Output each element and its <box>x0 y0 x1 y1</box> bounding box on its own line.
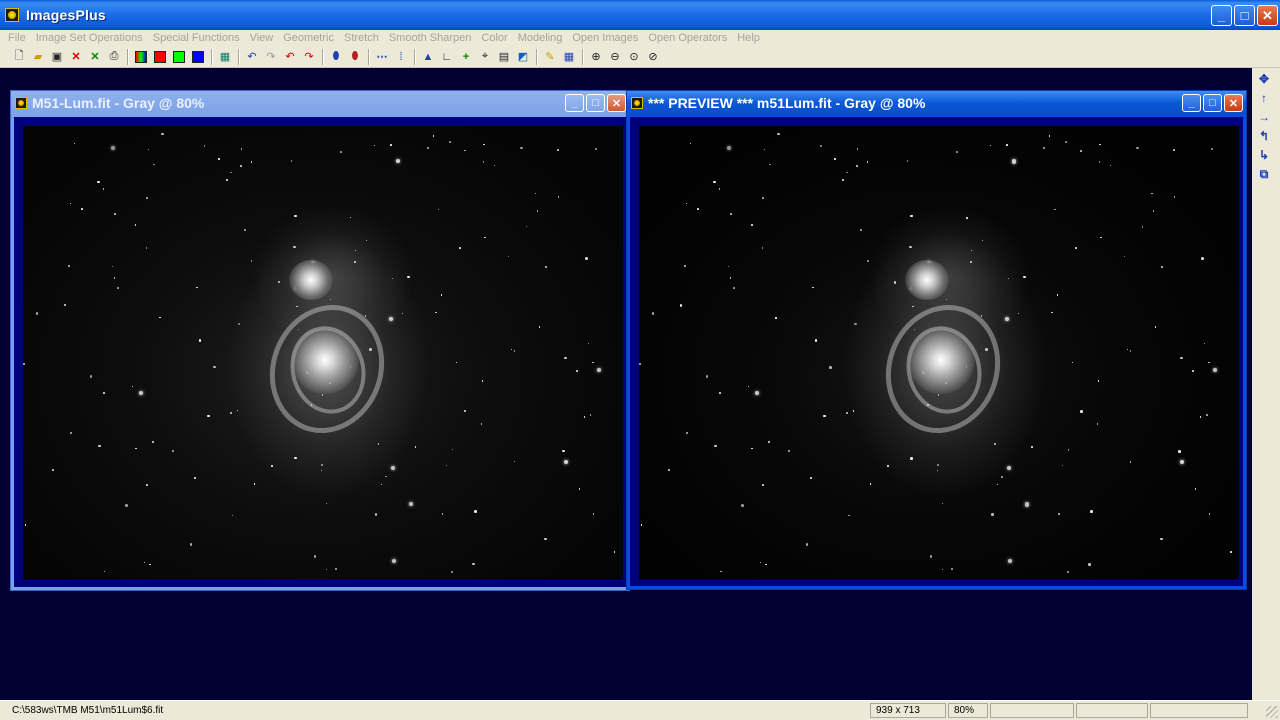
close-button[interactable]: ✕ <box>1224 94 1243 112</box>
image-window-icon[interactable] <box>15 97 27 109</box>
blue-dot-icon[interactable]: ⬮ <box>327 48 345 66</box>
red-dot-icon[interactable]: ⬮ <box>346 48 364 66</box>
status-dimensions: 939 x 713 <box>870 703 946 718</box>
blue-channel-icon[interactable] <box>189 48 207 66</box>
zoom-fit-icon[interactable]: ⊙ <box>625 48 643 66</box>
zoom-out-icon[interactable]: ⊖ <box>606 48 624 66</box>
menu-special-functions[interactable]: Special Functions <box>148 32 245 44</box>
open-folder-icon[interactable]: ▰ <box>29 48 47 66</box>
close-button[interactable]: ✕ <box>1257 5 1278 26</box>
mdi-workspace: M51-Lum.fit - Gray @ 80% _ □ ✕ *** PREVI… <box>0 68 1252 700</box>
redo-red-icon[interactable]: ↷ <box>300 48 318 66</box>
menu-geometric[interactable]: Geometric <box>278 32 339 44</box>
m51-image-original[interactable] <box>23 126 623 580</box>
copy-box-icon[interactable]: ⧉ <box>1256 166 1272 182</box>
menu-modeling[interactable]: Modeling <box>513 32 568 44</box>
app-title: ImagesPlus <box>26 7 106 23</box>
toolbar: 🗋 ▰ ▣ ✕ ✕ ⎙ ▦ ↶ ↷ ↶ ↷ ⬮ ⬮ ⋯ ⁞ ▲ ∟ + ⌖ ▤ … <box>0 46 1280 68</box>
menu-open-operators[interactable]: Open Operators <box>643 32 732 44</box>
save-icon[interactable]: ▣ <box>48 48 66 66</box>
right-tool-strip: ✥ ↑ → ↰ ↳ ⧉ <box>1252 68 1280 700</box>
target-icon[interactable]: ⌖ <box>476 48 494 66</box>
image-viewport <box>630 117 1243 586</box>
move-arrows-icon[interactable]: ✥ <box>1256 71 1272 87</box>
maximize-button[interactable]: □ <box>1234 5 1255 26</box>
close-button[interactable]: ✕ <box>607 94 626 112</box>
pencil-icon[interactable]: ✎ <box>541 48 559 66</box>
toolbar-separator <box>238 48 240 65</box>
arrow-up-icon[interactable]: ↑ <box>1256 90 1272 106</box>
points-icon[interactable]: ⁞ <box>392 48 410 66</box>
status-zoom: 80% <box>948 703 988 718</box>
main-window-controls: _ □ ✕ <box>1211 5 1278 26</box>
status-bar: C:\583ws\TMB M51\m51Lum$6.fit 939 x 713 … <box>0 700 1280 720</box>
menu-help[interactable]: Help <box>732 32 765 44</box>
image-edit-icon[interactable]: ▤ <box>495 48 513 66</box>
zoom-in-icon[interactable]: ⊕ <box>587 48 605 66</box>
new-file-icon[interactable]: 🗋 <box>10 48 28 66</box>
toolbar-separator <box>211 48 213 65</box>
main-titlebar[interactable]: ImagesPlus _ □ ✕ <box>0 0 1280 30</box>
rgb-channels-icon[interactable] <box>132 48 150 66</box>
toolbar-separator <box>582 48 584 65</box>
minimize-button[interactable]: _ <box>1211 5 1232 26</box>
menu-view[interactable]: View <box>245 32 279 44</box>
m51-image-preview[interactable] <box>639 126 1239 580</box>
arrow-right-icon[interactable]: → <box>1256 109 1272 125</box>
close-green-x-icon[interactable]: ✕ <box>86 48 104 66</box>
toolbar-separator <box>127 48 129 65</box>
grid-icon[interactable]: ▦ <box>216 48 234 66</box>
menu-stretch[interactable]: Stretch <box>339 32 384 44</box>
menu-color[interactable]: Color <box>476 32 512 44</box>
rotate-left-icon[interactable]: ↰ <box>1256 128 1272 144</box>
delete-red-x-icon[interactable]: ✕ <box>67 48 85 66</box>
minimize-button[interactable]: _ <box>565 94 584 112</box>
image-color-icon[interactable]: ◩ <box>514 48 532 66</box>
menu-image-set-operations[interactable]: Image Set Operations <box>31 32 148 44</box>
histogram-icon[interactable]: ▲ <box>419 48 437 66</box>
status-cell <box>1076 703 1148 718</box>
crosshair-plus-icon[interactable]: + <box>457 48 475 66</box>
maximize-button[interactable]: □ <box>586 94 605 112</box>
rotate-right-icon[interactable]: ↳ <box>1256 147 1272 163</box>
status-cell <box>1150 703 1248 718</box>
toolbar-separator <box>414 48 416 65</box>
image-window-title: *** PREVIEW *** m51Lum.fit - Gray @ 80% <box>648 95 926 111</box>
green-channel-icon[interactable] <box>170 48 188 66</box>
status-cell <box>990 703 1074 718</box>
menu-smooth-sharpen[interactable]: Smooth Sharpen <box>384 32 477 44</box>
image-window-title: M51-Lum.fit - Gray @ 80% <box>32 95 205 111</box>
image-window-controls: _ □ ✕ <box>565 94 626 112</box>
toolbar-separator <box>536 48 538 65</box>
dotted-line-icon[interactable]: ⋯ <box>373 48 391 66</box>
image-window-controls: _ □ ✕ <box>1182 94 1243 112</box>
undo-icon[interactable]: ↶ <box>243 48 261 66</box>
axes-icon[interactable]: ∟ <box>438 48 456 66</box>
image-window-titlebar[interactable]: *** PREVIEW *** m51Lum.fit - Gray @ 80% <box>627 91 1246 115</box>
menu-open-images[interactable]: Open Images <box>567 32 643 44</box>
image-window-titlebar[interactable]: M51-Lum.fit - Gray @ 80% <box>11 91 629 115</box>
imagesplus-app-icon[interactable] <box>5 8 19 22</box>
undo-red-icon[interactable]: ↶ <box>281 48 299 66</box>
status-file-path: C:\583ws\TMB M51\m51Lum$6.fit <box>12 705 164 716</box>
red-channel-icon[interactable] <box>151 48 169 66</box>
toolbar-separator <box>322 48 324 65</box>
maximize-button[interactable]: □ <box>1203 94 1222 112</box>
print-icon[interactable]: ⎙ <box>105 48 123 66</box>
image-window-icon[interactable] <box>631 97 643 109</box>
galaxy-m51 <box>23 126 623 580</box>
menu-bar: File Image Set Operations Special Functi… <box>0 30 1280 46</box>
minimize-button[interactable]: _ <box>1182 94 1201 112</box>
image-viewport <box>14 117 626 587</box>
galaxy-m51 <box>639 126 1239 580</box>
image-window-preview[interactable]: *** PREVIEW *** m51Lum.fit - Gray @ 80% … <box>626 90 1247 590</box>
redo-icon[interactable]: ↷ <box>262 48 280 66</box>
image-window-original[interactable]: M51-Lum.fit - Gray @ 80% _ □ ✕ <box>10 90 630 591</box>
resize-grip[interactable] <box>1266 706 1278 718</box>
menu-file[interactable]: File <box>0 32 31 44</box>
toolbar-separator <box>368 48 370 65</box>
table-grid-icon[interactable]: ▦ <box>560 48 578 66</box>
zoom-reset-icon[interactable]: ⊘ <box>644 48 662 66</box>
